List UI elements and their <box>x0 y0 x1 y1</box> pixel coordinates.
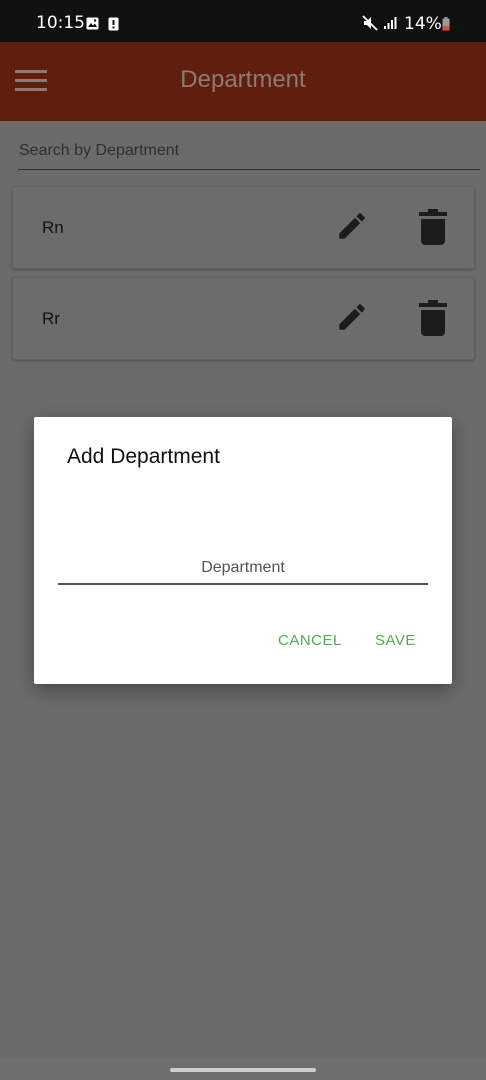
search-placeholder: Search by Department <box>19 142 180 159</box>
pencil-icon[interactable] <box>335 209 369 243</box>
home-gesture-handle[interactable] <box>170 1068 316 1072</box>
department-card[interactable]: Rr <box>12 277 475 360</box>
department-name: Rr <box>42 309 60 328</box>
department-name: Rn <box>42 218 64 237</box>
trash-icon[interactable] <box>419 209 447 245</box>
status-time: 10:15 <box>36 13 85 33</box>
department-field[interactable] <box>58 553 428 585</box>
save-button[interactable]: SAVE <box>375 632 416 649</box>
cancel-button[interactable]: CANCEL <box>278 632 342 649</box>
status-bar: 10:15 14% <box>0 0 486 42</box>
add-department-dialog: Add Department CANCEL SAVE <box>34 417 452 684</box>
dialog-title: Add Department <box>67 445 220 468</box>
mute-icon <box>362 15 378 31</box>
search-input[interactable]: Search by Department <box>18 142 480 170</box>
navigation-bar <box>0 1058 486 1080</box>
alert-icon <box>108 17 119 31</box>
battery-icon <box>442 17 450 31</box>
pencil-icon[interactable] <box>335 300 369 334</box>
page-title: Department <box>180 66 306 93</box>
battery-percent: 14% <box>404 14 442 34</box>
signal-icon <box>384 17 397 29</box>
trash-icon[interactable] <box>419 300 447 336</box>
image-icon <box>86 17 99 30</box>
app-bar: Department <box>0 42 486 121</box>
department-card[interactable]: Rn <box>12 186 475 269</box>
